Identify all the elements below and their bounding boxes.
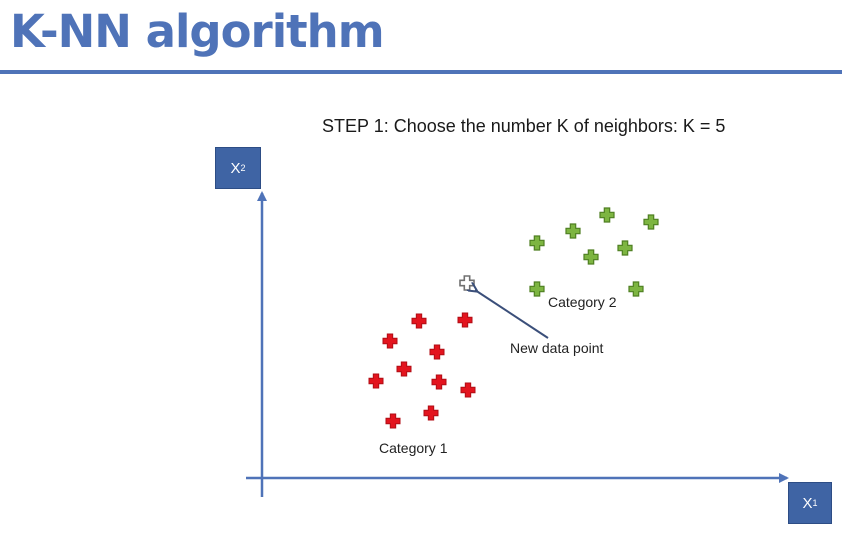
category-2-plus-icon xyxy=(565,223,581,239)
category-2-points xyxy=(529,207,659,297)
category-1-plus-icon xyxy=(385,413,401,429)
new-data-point xyxy=(459,275,475,291)
category-1-plus-icon xyxy=(382,333,398,349)
category-1-plus-icon xyxy=(368,373,384,389)
category-2-plus-icon xyxy=(583,249,599,265)
new-point-pointer-arrow xyxy=(475,290,549,339)
category-1-points xyxy=(368,312,476,429)
category-1-plus-icon xyxy=(431,374,447,390)
new-data-point-plus-icon xyxy=(459,275,475,291)
new-data-point-label: New data point xyxy=(510,340,604,356)
category-2-label: Category 2 xyxy=(548,294,617,310)
category-1-plus-icon xyxy=(396,361,412,377)
category-1-plus-icon xyxy=(423,405,439,421)
category-2-plus-icon xyxy=(529,235,545,251)
category-1-plus-icon xyxy=(457,312,473,328)
category-2-plus-icon xyxy=(643,214,659,230)
category-2-plus-icon xyxy=(529,281,545,297)
scatter-plot: Category 1 Category 2 New data point xyxy=(246,191,789,497)
category-2-plus-icon xyxy=(599,207,615,223)
category-1-plus-icon xyxy=(411,313,427,329)
category-1-plus-icon xyxy=(429,344,445,360)
category-1-label: Category 1 xyxy=(379,440,448,456)
category-1-plus-icon xyxy=(460,382,476,398)
category-2-plus-icon xyxy=(617,240,633,256)
category-2-plus-icon xyxy=(628,281,644,297)
